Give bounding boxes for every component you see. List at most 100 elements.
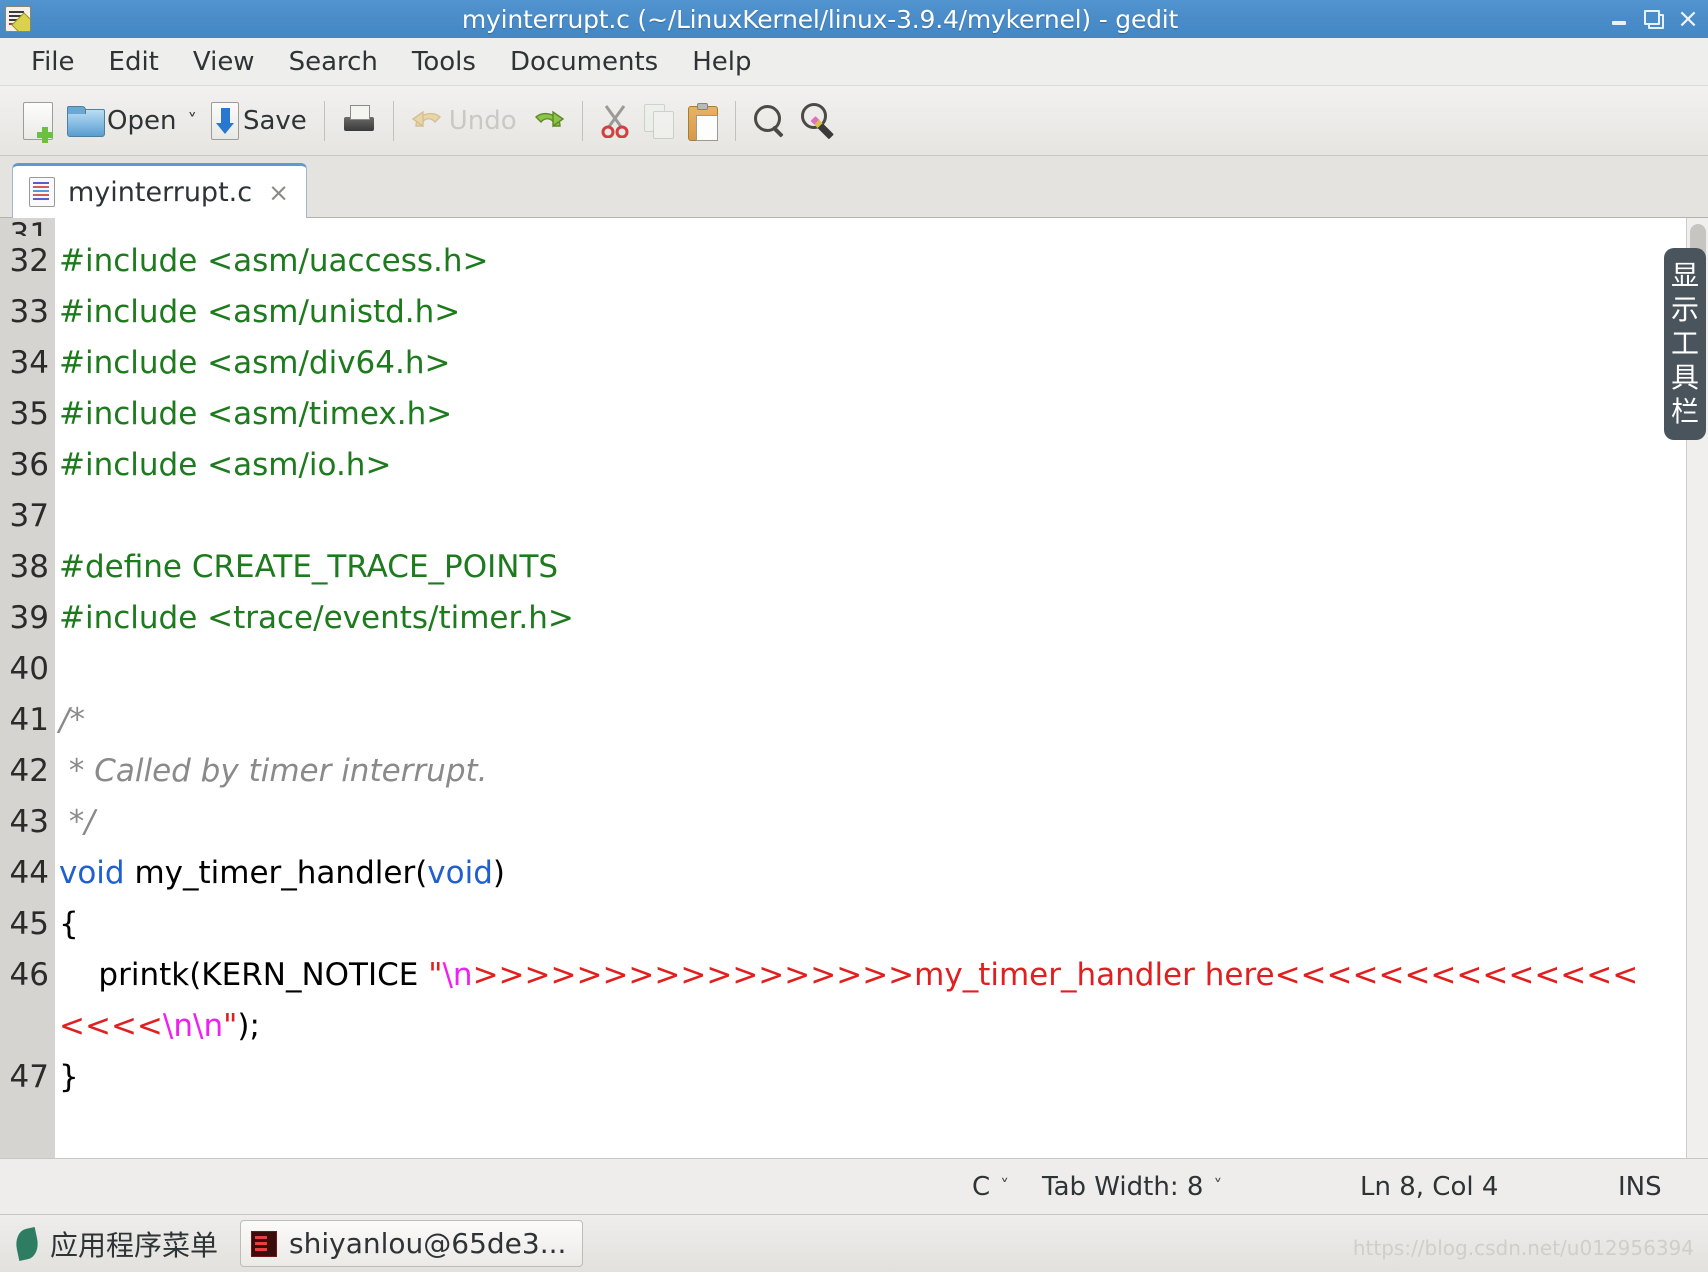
code-token: { — [59, 906, 79, 942]
open-button[interactable]: Open ˅ — [60, 94, 204, 148]
save-button[interactable]: Save — [204, 94, 314, 148]
chevron-down-icon: ˅ — [1213, 1176, 1223, 1197]
redo-button[interactable] — [524, 94, 572, 148]
tab-myinterrupt-c[interactable]: myinterrupt.c × — [12, 163, 308, 218]
code-editor[interactable]: 31 32 #include <asm/uaccess.h> 33 #include <… — [0, 218, 1708, 1158]
code-line[interactable]: 38 #define CREATE_TRACE_POINTS — [0, 542, 1653, 593]
code-line[interactable]: 44 void my_timer_handler(void) — [0, 848, 1653, 899]
copy-button[interactable] — [637, 94, 681, 148]
paste-button[interactable] — [681, 94, 725, 148]
chevron-down-icon[interactable]: ˅ — [187, 110, 197, 132]
code-line[interactable]: 45 { — [0, 899, 1653, 950]
code-token: void — [59, 855, 125, 891]
code-line[interactable]: 40 — [0, 644, 1653, 695]
line-text: #include <asm/timex.h> — [55, 389, 1653, 440]
taskbar-window-terminal[interactable]: shiyanlou@65de3... — [240, 1220, 584, 1267]
code-token: #include <asm/unistd.h> — [59, 294, 461, 330]
code-token: } — [59, 1059, 79, 1095]
replace-button[interactable] — [794, 94, 846, 148]
code-line[interactable]: 46 printk(KERN_NOTICE "\n>>>>>>>>>>>>>>>… — [0, 950, 1653, 1052]
code-line[interactable]: 41 /* — [0, 695, 1653, 746]
code-line[interactable]: 35 #include <asm/timex.h> — [0, 389, 1653, 440]
code-token: ) — [492, 855, 506, 891]
open-label: Open — [107, 105, 177, 136]
menu-tools[interactable]: Tools — [395, 45, 493, 79]
code-token: */ — [59, 804, 95, 840]
code-line[interactable]: 36 #include <asm/io.h> — [0, 440, 1653, 491]
gedit-app-icon — [5, 6, 31, 32]
line-text: { — [55, 899, 1653, 950]
code-token: * Called by timer interrupt. — [59, 753, 488, 789]
line-number: 44 — [9, 855, 49, 891]
window-controls: × — [1609, 6, 1699, 32]
code-line[interactable]: 39 #include <trace/events/timer.h> — [0, 593, 1653, 644]
code-line[interactable]: 47} — [0, 1052, 1653, 1103]
new-document-button[interactable] — [16, 94, 60, 148]
line-text: #include <asm/unistd.h> — [55, 287, 1653, 338]
minimize-icon[interactable] — [1609, 8, 1631, 30]
code-token: ); — [237, 1008, 260, 1044]
find-button[interactable] — [746, 94, 794, 148]
close-icon[interactable]: × — [1677, 6, 1699, 32]
line-text: * Called by timer interrupt. — [55, 746, 1653, 797]
printer-icon — [342, 104, 376, 138]
code-token: void — [427, 855, 493, 891]
line-text: #include <trace/events/timer.h> — [55, 593, 1653, 644]
print-button[interactable] — [335, 94, 383, 148]
clipboard-paste-icon — [687, 102, 718, 141]
line-number: 40 — [9, 651, 49, 687]
menu-edit[interactable]: Edit — [92, 45, 176, 79]
toolbar-separator-3 — [581, 100, 583, 141]
status-bar: C ˅ Tab Width: 8 ˅ Ln 8, Col 4 INS — [0, 1158, 1708, 1214]
application-menu-button[interactable]: 应用程序菜单 — [13, 1224, 218, 1264]
menu-file[interactable]: File — [14, 45, 92, 79]
code-line[interactable]: 33 #include <asm/unistd.h> — [0, 287, 1653, 338]
line-text: /* — [55, 695, 1653, 746]
undo-arrow-icon — [411, 106, 445, 136]
line-text: #define CREATE_TRACE_POINTS — [55, 542, 1653, 593]
new-document-icon — [23, 101, 53, 143]
c-file-icon — [29, 177, 55, 207]
language-label: C — [972, 1171, 991, 1202]
language-selector[interactable]: C ˅ — [972, 1172, 1009, 1202]
line-text: void my_timer_handler(void) — [55, 848, 1653, 899]
code-line[interactable]: 42 * Called by timer interrupt. — [0, 746, 1653, 797]
terminal-icon — [251, 1230, 278, 1257]
code-token: #include <asm/io.h> — [59, 447, 392, 483]
tooltip-char-1: 显 — [1670, 259, 1699, 292]
maximize-icon[interactable] — [1643, 8, 1665, 30]
code-content[interactable]: 31 32 #include <asm/uaccess.h> 33 #include <… — [0, 218, 1653, 1158]
tab-close-icon[interactable]: × — [268, 178, 289, 207]
tooltip-char-5: 栏 — [1670, 395, 1699, 428]
code-line[interactable]: 32 #include <asm/uaccess.h> — [0, 236, 1653, 287]
code-line[interactable]: 34 #include <asm/div64.h> — [0, 338, 1653, 389]
menu-view[interactable]: View — [176, 45, 272, 79]
code-line[interactable]: 43 */ — [0, 797, 1653, 848]
code-token: #include <trace/events/timer.h> — [59, 600, 574, 636]
code-token: \n\n — [162, 1008, 224, 1044]
code-token: /* — [59, 702, 85, 738]
menu-help[interactable]: Help — [675, 45, 768, 79]
menu-documents[interactable]: Documents — [493, 45, 675, 79]
line-number: 32 — [9, 243, 49, 279]
line-text: #include <asm/uaccess.h> — [55, 236, 1653, 287]
title-bar: myinterrupt.c (~/LinuxKernel/linux-3.9.4… — [0, 0, 1708, 38]
toolbar: Open ˅ Save Undo — [0, 86, 1708, 156]
menu-search[interactable]: Search — [272, 45, 395, 79]
cut-button[interactable] — [593, 94, 637, 148]
code-token: printk(KERN_NOTICE — [59, 957, 429, 993]
line-number: 43 — [9, 804, 49, 840]
undo-button[interactable]: Undo — [404, 94, 524, 148]
tab-strip: myinterrupt.c × — [0, 156, 1708, 218]
code-line-partial: 31 — [0, 218, 1653, 236]
scissors-icon — [600, 104, 630, 138]
line-number: 42 — [9, 753, 49, 789]
tab-width-selector[interactable]: Tab Width: 8 ˅ — [1042, 1172, 1222, 1202]
line-number: 31 — [9, 218, 49, 236]
search-icon — [753, 104, 787, 138]
line-text: */ — [55, 797, 1653, 848]
tooltip-char-2: 示 — [1670, 293, 1699, 326]
find-replace-icon — [800, 102, 839, 139]
code-line[interactable]: 37 — [0, 491, 1653, 542]
code-token: #define CREATE_TRACE_POINTS — [59, 549, 559, 585]
